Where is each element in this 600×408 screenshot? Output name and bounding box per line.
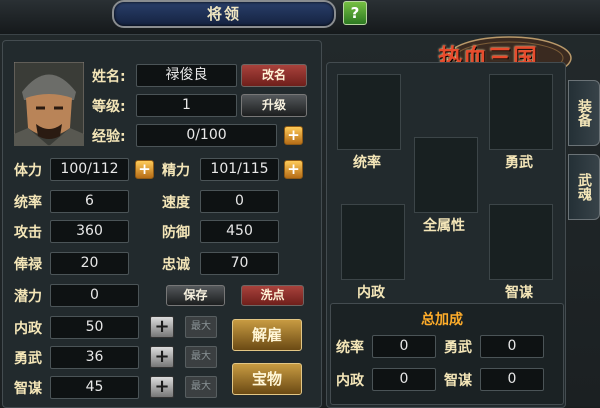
hero-portrait xyxy=(14,62,84,146)
politics-max-button[interactable]: 最大 xyxy=(185,316,217,338)
politics-value: 50 xyxy=(50,316,139,339)
save-button[interactable]: 保存 xyxy=(166,285,225,306)
bravery-label: 勇武 xyxy=(14,351,42,367)
name-value: 禄俊良 xyxy=(136,64,237,87)
window-title: 将领 xyxy=(112,0,336,28)
tab-war-soul[interactable]: 武魂 xyxy=(568,154,600,220)
attack-value: 360 xyxy=(50,220,129,243)
wisdom-value: 45 xyxy=(50,376,139,399)
total-bonus-title: 总加成 xyxy=(421,312,463,328)
wisdom-add-button[interactable]: + xyxy=(150,376,174,398)
bravery-max-button[interactable]: 最大 xyxy=(185,346,217,368)
speed-value: 0 xyxy=(200,190,279,213)
command-slot-label: 统率 xyxy=(353,155,381,171)
level-value: 1 xyxy=(136,94,237,117)
exp-label: 经验: xyxy=(92,129,126,145)
rename-button[interactable]: 改名 xyxy=(241,64,307,87)
salary-value: 20 xyxy=(50,252,129,275)
politics-label: 内政 xyxy=(14,321,42,337)
potential-value: 0 xyxy=(50,284,139,307)
bonus-bravery-label: 勇武 xyxy=(444,340,472,356)
politics-add-button[interactable]: + xyxy=(150,316,174,338)
name-label: 姓名: xyxy=(92,69,126,85)
exp-value: 0/100 xyxy=(136,124,277,147)
bonus-wisdom-value: 0 xyxy=(480,368,544,391)
energy-add-button[interactable]: + xyxy=(284,160,303,179)
wisdom-max-button[interactable]: 最大 xyxy=(185,376,217,398)
hp-add-button[interactable]: + xyxy=(135,160,154,179)
defense-value: 450 xyxy=(200,220,279,243)
wisdom-label: 智谋 xyxy=(14,381,42,397)
bonus-politics-label: 内政 xyxy=(336,373,364,389)
bravery-add-button[interactable]: + xyxy=(150,346,174,368)
speed-label: 速度 xyxy=(162,195,190,211)
bonus-politics-value: 0 xyxy=(372,368,436,391)
level-label: 等级: xyxy=(92,99,126,115)
politics-slot-label: 内政 xyxy=(357,285,385,301)
all-attributes-slot[interactable] xyxy=(414,137,478,213)
reset-points-button[interactable]: 洗点 xyxy=(241,285,304,306)
dismiss-button[interactable]: 解雇 xyxy=(232,319,302,351)
wisdom-slot[interactable] xyxy=(489,204,553,280)
politics-slot[interactable] xyxy=(341,204,405,280)
tab-equipment[interactable]: 装备 xyxy=(568,80,600,146)
exp-add-button[interactable]: + xyxy=(284,126,303,145)
hp-label: 体力 xyxy=(14,163,42,179)
defense-label: 防御 xyxy=(162,225,190,241)
bravery-slot[interactable] xyxy=(489,74,553,150)
bonus-command-label: 统率 xyxy=(336,340,364,356)
wisdom-slot-label: 智谋 xyxy=(505,285,533,301)
bonus-bravery-value: 0 xyxy=(480,335,544,358)
command-slot[interactable] xyxy=(337,74,401,150)
salary-label: 俸禄 xyxy=(14,257,42,273)
command-label: 统率 xyxy=(14,195,42,211)
attack-label: 攻击 xyxy=(14,225,42,241)
energy-label: 精力 xyxy=(162,163,190,179)
hp-value: 100/112 xyxy=(50,158,129,181)
loyalty-label: 忠诚 xyxy=(162,257,190,273)
energy-value: 101/115 xyxy=(200,158,279,181)
upgrade-button[interactable]: 升级 xyxy=(241,94,307,117)
bravery-value: 36 xyxy=(50,346,139,369)
potential-label: 潜力 xyxy=(14,289,42,305)
all-attributes-slot-label: 全属性 xyxy=(423,218,465,234)
bonus-command-value: 0 xyxy=(372,335,436,358)
bravery-slot-label: 勇武 xyxy=(505,155,533,171)
treasure-button[interactable]: 宝物 xyxy=(232,363,302,395)
command-value: 6 xyxy=(50,190,129,213)
help-button[interactable]: ? xyxy=(343,1,367,25)
loyalty-value: 70 xyxy=(200,252,279,275)
bonus-wisdom-label: 智谋 xyxy=(444,373,472,389)
